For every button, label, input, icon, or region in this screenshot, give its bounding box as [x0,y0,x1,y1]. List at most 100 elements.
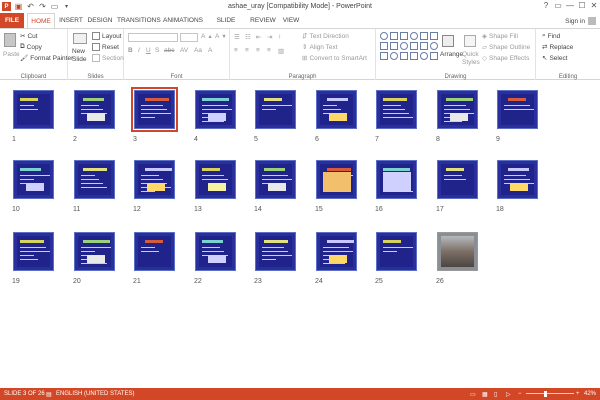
slide-thumbnail[interactable] [74,232,115,271]
tab-home[interactable]: HOME [27,13,55,29]
tab-review[interactable]: REVIEW [249,13,277,28]
shape-outline-button[interactable]: ▱ Shape Outline [482,43,530,52]
slide-thumbnail[interactable] [13,90,54,129]
tab-view[interactable]: VIEW [281,13,301,28]
char-spacing-icon[interactable]: AV [180,47,188,54]
spell-check-icon[interactable]: ▤ [46,391,52,398]
bullets-icon[interactable]: ☰ [234,33,240,41]
tab-transitions[interactable]: TRANSITIONS [117,13,161,28]
shape-icon[interactable] [410,42,418,50]
replace-button[interactable]: ⇄ Replace [542,43,573,52]
tab-file[interactable]: FILE [0,13,24,28]
slide-thumbnail[interactable] [437,232,478,271]
shape-icon[interactable] [430,52,438,60]
italic-icon[interactable]: I [138,47,140,54]
slide-sorter-view-icon[interactable]: ▦ [482,391,488,398]
slide-thumbnail[interactable] [497,90,538,129]
slide-thumbnail[interactable] [74,90,115,129]
align-center-icon[interactable]: ≡ [245,47,249,54]
cut-button[interactable]: ✂ Cut [20,32,38,41]
normal-view-icon[interactable]: ▭ [470,391,476,398]
zoom-in-button[interactable]: + [576,391,580,397]
shape-icon[interactable] [410,52,418,60]
shape-icon[interactable] [390,32,398,40]
convert-smartart-button[interactable]: ⊞ Convert to SmartArt [302,54,367,63]
bold-icon[interactable]: B [128,47,133,54]
shape-icon[interactable] [380,42,388,50]
font-name-box[interactable] [128,33,178,42]
shape-fill-button[interactable]: ◈ Shape Fill [482,32,518,41]
shadow-icon[interactable]: S [155,47,159,54]
slide-thumbnail[interactable] [376,232,417,271]
zoom-out-button[interactable]: − [518,391,522,397]
slide-thumbnail[interactable] [255,90,296,129]
arrange-button[interactable]: Arrange [440,51,463,58]
paste-button[interactable]: Paste [3,51,20,58]
justify-icon[interactable]: ≡ [267,47,271,54]
find-button[interactable]: ⌕ Find [542,32,560,40]
slide-thumbnail[interactable] [134,232,175,271]
layout-button[interactable]: Layout [92,32,122,40]
reset-button[interactable]: Reset [92,43,119,51]
slide-thumbnail[interactable] [74,160,115,199]
slide-thumbnail[interactable] [376,160,417,199]
font-color-icon[interactable]: A [208,47,212,54]
slideshow-view-icon[interactable]: ▷ [506,391,511,398]
sign-in[interactable]: Sign in [565,17,596,25]
shapes-gallery[interactable] [380,32,440,64]
reading-view-icon[interactable]: ▯ [494,391,497,398]
new-slide-label[interactable]: Slide [72,56,86,63]
strikethrough-icon[interactable]: abc [164,47,174,54]
slide-thumbnail[interactable] [316,232,357,271]
slide-thumbnail[interactable] [316,90,357,129]
slide-thumbnail[interactable] [13,160,54,199]
new-slide-icon[interactable] [73,33,87,44]
select-button[interactable]: ↖ Select [542,54,568,63]
shape-icon[interactable] [420,42,428,50]
decrease-indent-icon[interactable]: ⇤ [256,33,261,41]
shape-icon[interactable] [380,52,388,60]
line-spacing-icon[interactable]: ↕ [278,33,281,40]
zoom-level[interactable]: 42% [584,391,596,397]
slide-thumbnail[interactable] [195,90,236,129]
slide-thumbnail[interactable] [195,232,236,271]
quick-styles-icon[interactable] [464,35,476,47]
arrange-icon[interactable] [442,35,454,47]
slide-thumbnail[interactable] [13,232,54,271]
section-button[interactable]: Section [92,54,124,62]
grow-font-icon[interactable]: A ▲ [201,33,213,40]
change-case-button[interactable]: Aa [194,47,202,54]
tab-design[interactable]: DESIGN [87,13,113,28]
tab-insert[interactable]: INSERT [58,13,84,28]
shape-effects-button[interactable]: ◇ Shape Effects [482,54,529,63]
slide-thumbnail[interactable] [497,160,538,199]
shape-icon[interactable] [410,32,418,40]
underline-icon[interactable]: U [146,47,151,54]
text-direction-button[interactable]: ⇵ Text Direction [302,32,349,41]
maximize-button[interactable]: ☐ [576,0,588,11]
columns-icon[interactable]: ▥ [278,47,284,55]
tab-slide-show[interactable]: SLIDE SHOW [207,13,245,39]
numbering-icon[interactable]: ☷ [245,33,251,41]
slide-thumbnail[interactable] [316,160,357,199]
shape-icon[interactable] [390,52,398,60]
slide-thumbnail[interactable] [131,87,178,132]
slide-thumbnail[interactable] [195,160,236,199]
font-size-box[interactable] [180,33,198,42]
quick-styles-button[interactable]: Quick [462,51,479,58]
increase-indent-icon[interactable]: ⇥ [267,33,272,41]
minimize-button[interactable]: — [564,0,576,11]
slide-thumbnail[interactable] [437,90,478,129]
shape-icon[interactable] [390,42,398,50]
shape-icon[interactable] [420,32,428,40]
format-painter-button[interactable]: 🖌 Format Painter [20,54,73,63]
slide-thumbnail[interactable] [255,160,296,199]
copy-button[interactable]: ⧉ Copy [20,43,42,51]
ribbon-display-options-button[interactable]: ▭ [552,0,564,11]
shape-icon[interactable] [400,42,408,50]
slide-thumbnail[interactable] [134,160,175,199]
tab-animations[interactable]: ANIMATIONS [163,13,203,28]
align-left-icon[interactable]: ≡ [234,47,238,54]
slide-thumbnail[interactable] [437,160,478,199]
slide-thumbnail[interactable] [255,232,296,271]
